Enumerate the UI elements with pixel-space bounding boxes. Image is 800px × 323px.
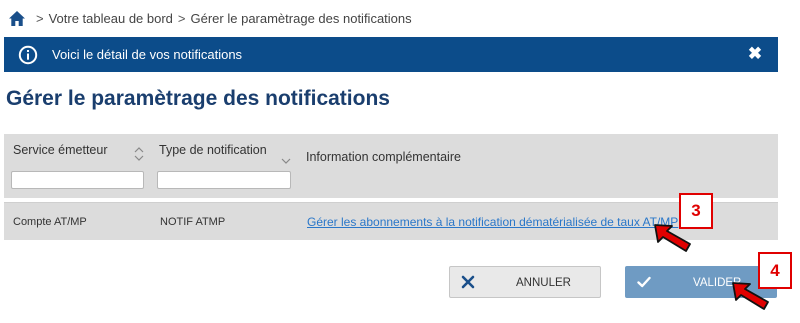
- arrow-icon: [653, 222, 693, 252]
- breadcrumb-dashboard-link[interactable]: Votre tableau de bord: [49, 11, 173, 26]
- info-banner: Voici le détail de vos notifications ✖: [4, 37, 778, 72]
- sort-icon[interactable]: [134, 147, 144, 161]
- close-icon[interactable]: ✖: [746, 44, 764, 63]
- cell-service: Compte AT/MP: [13, 216, 87, 228]
- cancel-button-label: ANNULER: [516, 277, 571, 289]
- breadcrumb-current: Gérer le paramètrage des notifications: [190, 10, 412, 26]
- x-icon: [461, 275, 475, 289]
- arrow-icon: [731, 280, 771, 310]
- manage-subscriptions-link[interactable]: Gérer les abonnements à la notification …: [307, 215, 678, 229]
- home-icon[interactable]: [8, 10, 26, 27]
- column-header-info: Information complémentaire: [306, 150, 461, 164]
- column-header-service: Service émetteur: [13, 143, 108, 157]
- cell-type: NOTIF ATMP: [160, 216, 226, 228]
- column-header-type: Type de notification: [159, 143, 267, 157]
- service-filter-input[interactable]: [11, 171, 144, 189]
- breadcrumb-separator: >: [177, 10, 186, 26]
- sort-icon[interactable]: [281, 152, 291, 166]
- banner-text: Voici le détail de vos notifications: [52, 47, 243, 62]
- cancel-button[interactable]: ANNULER: [449, 266, 601, 298]
- check-icon: [637, 276, 651, 288]
- breadcrumb: > Votre tableau de bord > Gérer le param…: [8, 9, 412, 27]
- info-icon: [18, 45, 38, 65]
- page-title: Gérer le paramètrage des notifications: [6, 87, 390, 110]
- breadcrumb-separator: >: [36, 10, 44, 26]
- table-header: Service émetteur Type de notification In…: [4, 134, 778, 198]
- type-filter-input[interactable]: [157, 171, 291, 189]
